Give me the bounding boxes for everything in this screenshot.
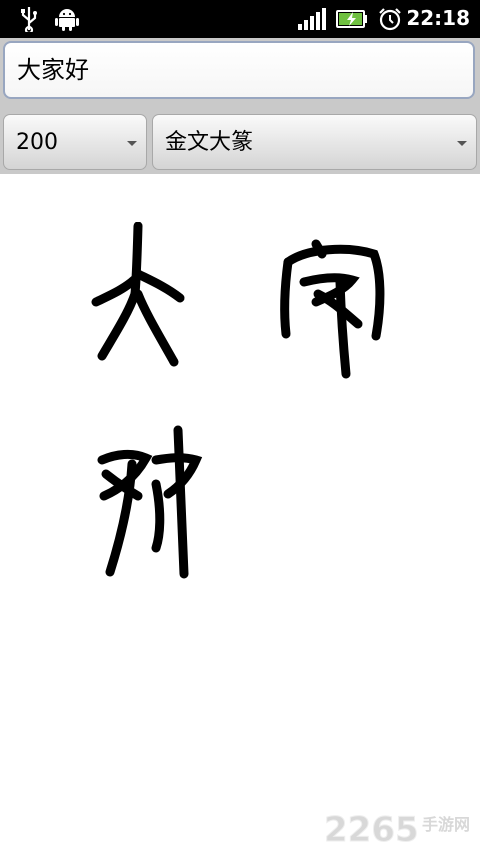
android-debug-icon — [55, 9, 79, 31]
size-spinner-value: 200 — [16, 130, 58, 155]
seal-glyph-hao — [97, 425, 203, 579]
clock: 22:18 — [406, 6, 470, 30]
svg-text:手游网: 手游网 — [422, 815, 470, 834]
font-spinner-value: 金文大篆 — [165, 130, 254, 155]
font-spinner[interactable]: 金文大篆 — [152, 114, 477, 170]
input-toolbar: 大家好 200 金文大篆 — [0, 38, 480, 174]
dropdown-arrow-icon — [127, 141, 137, 146]
seal-glyph-jia — [280, 239, 385, 379]
usb-icon — [21, 7, 37, 32]
text-input[interactable]: 大家好 — [3, 41, 475, 99]
brand-watermark: 2265 手游网 — [324, 808, 474, 851]
signal-icon — [298, 8, 326, 30]
brand-logo: 2265 手游网 — [324, 810, 471, 851]
calligraphy-canvas: 2265 手游网 — [0, 174, 480, 854]
dropdown-arrow-icon — [457, 141, 467, 146]
status-bar: 22:18 — [0, 0, 480, 38]
size-spinner[interactable]: 200 — [3, 114, 147, 170]
alarm-icon — [379, 8, 401, 31]
battery-charging-icon — [336, 10, 367, 28]
seal-glyph-da — [91, 222, 185, 367]
svg-text:2265: 2265 — [324, 810, 419, 848]
